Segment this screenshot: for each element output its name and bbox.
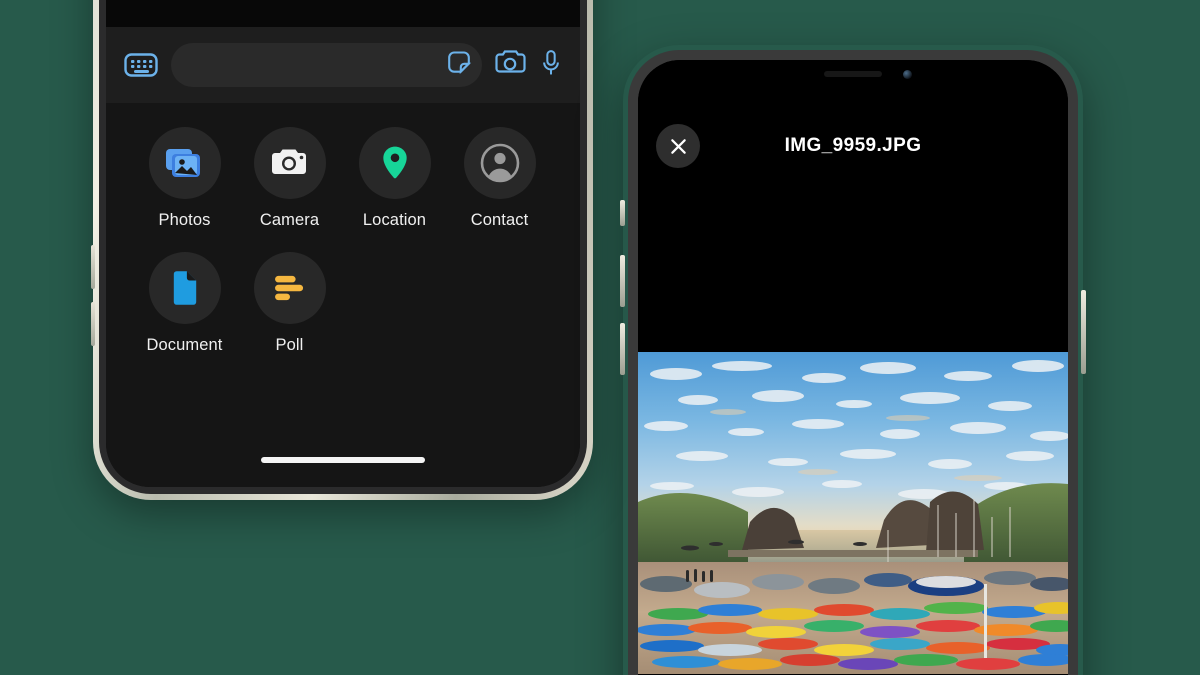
attachment-label: Photos [158, 211, 211, 229]
attachment-options-panel: Photos Camera Location Contact Document … [106, 103, 580, 487]
right-phone-volume-up-button[interactable] [620, 255, 625, 307]
location-pin-icon-container[interactable] [358, 127, 431, 199]
message-input-field[interactable] [171, 43, 482, 87]
poll-icon-container[interactable] [253, 252, 326, 324]
message-input-bar [106, 27, 580, 103]
device-notch [764, 60, 942, 92]
attachment-row-1: Photos Camera Location Contact [106, 127, 580, 230]
keyboard-icon[interactable] [124, 52, 158, 78]
document-icon-container[interactable] [148, 252, 221, 324]
photo-container[interactable] [638, 352, 1068, 674]
attachment-option-camera[interactable]: Camera [237, 127, 342, 230]
contact-icon [480, 143, 519, 183]
document-icon [173, 271, 196, 305]
camera-icon[interactable] [495, 49, 527, 82]
microphone-icon[interactable] [540, 49, 562, 82]
right-phone-volume-down-button[interactable] [620, 323, 625, 375]
left-phone-volume-down-button[interactable] [91, 302, 95, 346]
poll-icon [274, 275, 303, 301]
attachment-row-2: Document Poll [106, 252, 580, 355]
left-phone-volume-up-button[interactable] [91, 245, 95, 289]
attachment-label: Contact [470, 211, 529, 229]
chat-wallpaper-doodles [106, 0, 580, 27]
home-indicator[interactable] [261, 457, 425, 463]
location-pin-icon [382, 146, 407, 179]
front-camera-icon [903, 70, 912, 79]
contact-icon-container[interactable] [463, 127, 536, 199]
photo-image [638, 352, 1068, 674]
photos-icon-container[interactable] [148, 127, 221, 199]
photos-icon [165, 149, 200, 177]
left-phone-screen: Photos Camera Location Contact Document … [106, 0, 580, 487]
right-phone-screen: IMG_9959.JPG [638, 60, 1068, 675]
attachment-option-location[interactable]: Location [342, 127, 447, 230]
image-filename-title: IMG_9959.JPG [784, 135, 922, 156]
attachment-option-document[interactable]: Document [132, 252, 237, 355]
attachment-label: Poll [275, 336, 304, 354]
chat-conversation-area [106, 0, 580, 27]
attachment-option-poll[interactable]: Poll [237, 252, 342, 355]
attachment-option-photos[interactable]: Photos [132, 127, 237, 230]
attachment-option-contact[interactable]: Contact [447, 127, 552, 230]
photo-scene [638, 352, 1068, 674]
left-phone-device: Photos Camera Location Contact Document … [91, 0, 593, 500]
earpiece-speaker [824, 71, 882, 77]
right-phone-mute-switch[interactable] [620, 200, 625, 226]
camera-icon [271, 149, 306, 174]
camera-icon-container[interactable] [253, 127, 326, 199]
attachment-label: Location [362, 211, 427, 229]
right-phone-power-button[interactable] [1081, 290, 1086, 374]
attachment-label: Document [146, 336, 223, 354]
attachment-label: Camera [259, 211, 320, 229]
sticker-icon[interactable] [446, 50, 472, 81]
right-phone-device: IMG_9959.JPG [620, 45, 1086, 675]
